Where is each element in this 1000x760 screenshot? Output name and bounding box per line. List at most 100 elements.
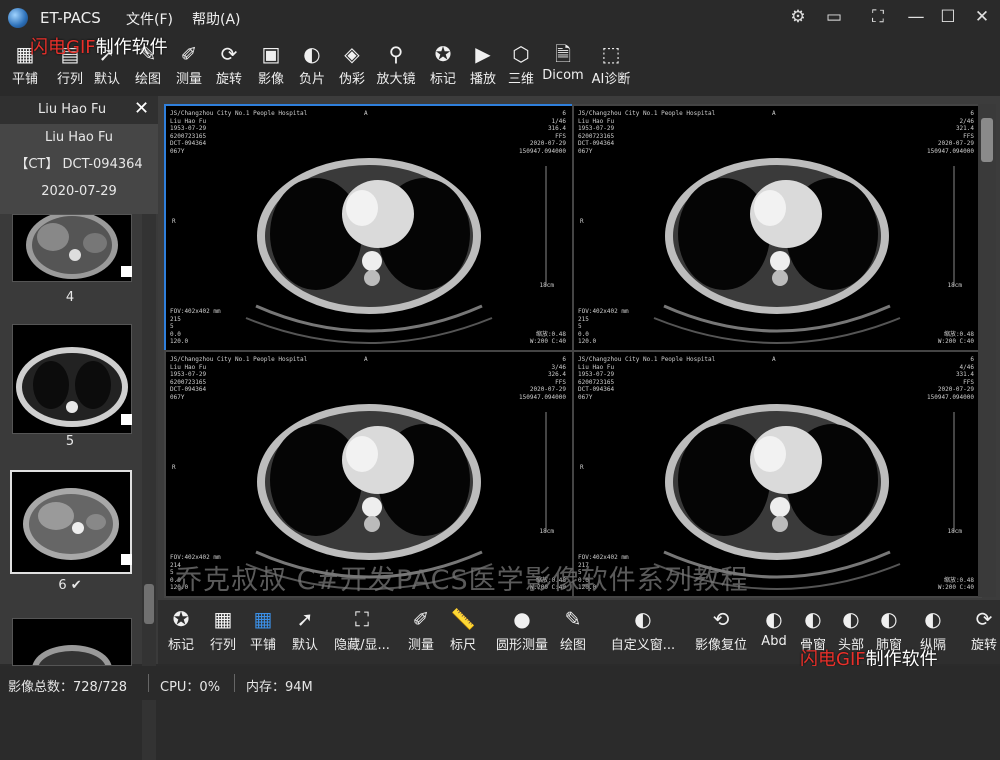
ai-icon: ⬚ [601,42,621,66]
orientation-top: A [772,110,776,117]
toolbar-button-cube[interactable]: ⬡ 三维 [498,40,544,96]
close-patient-icon[interactable]: ✕ [134,98,149,119]
monitor-icon[interactable]: ▭ [822,7,846,27]
overlay-image-index: 2/46 [959,117,974,125]
viewer-tool-abd-window[interactable]: ◐ Abd [756,604,792,662]
minimize-icon[interactable]: — [904,7,928,27]
toolbar-button-ai[interactable]: ⬚ AI诊断 [588,40,634,96]
thumbnail-series-next[interactable] [0,612,140,666]
overlay-time: 150947.094000 [519,147,566,155]
overlay-slice: 215 [578,315,589,323]
pointer-icon: ➚ [296,607,314,631]
viewport[interactable]: JS/Changzhou City No.1 People Hospital Li… [572,104,982,352]
overlay-image-index: 3/46 [551,363,566,371]
toolbar-label: 绘图 [134,72,161,87]
menu-help[interactable]: 帮助(A) [192,9,241,29]
viewer-scrollbar[interactable] [978,104,996,597]
overlay-study: DCT-094364 [170,386,207,394]
viewport-active[interactable]: JS/Changzhou City No.1 People Hospital Li… [164,104,574,352]
scale-label: 18cm [947,282,962,289]
head-window-icon: ◐ [842,607,860,631]
viewer-tool-label: 标记 [167,638,194,653]
viewer-tool-grid[interactable]: ▦ 行列 [206,604,240,662]
toolbar-button-dicom-image[interactable]: ▣ 影像 [248,40,294,96]
viewer-tool-label: 测量 [407,638,434,653]
thumbnail-series-4[interactable]: 4 [0,214,140,314]
overlay-window: W:200 C:40 [937,338,974,346]
viewer-tool-mark[interactable]: ✪ 标记 [164,604,198,662]
overlay-bottom-right: 缩放:0.48 W:200 C:40 [938,331,974,346]
overlay-date: 2020-07-29 [937,140,974,148]
mark-icon: ✪ [172,607,190,631]
toolbar-label: AI诊断 [591,72,631,87]
thumbnail-series-6[interactable]: 6 ✔ [0,464,140,600]
overlay-position: 331.4 [955,371,974,379]
circle-measure-icon: ● [513,607,531,631]
overlay-series: 6 [562,110,566,117]
overlay-name: Liu Hao Fu [578,117,615,125]
orientation-top: A [772,356,776,363]
overlay-time: 150947.094000 [927,393,974,401]
maximize-icon[interactable]: ☐ [936,7,960,27]
viewer-tool-pointer[interactable]: ➚ 默认 [288,604,322,662]
overlay-top-left: JS/Changzhou City No.1 People Hospital Li… [578,110,715,156]
overlay-patient-code: 6200723165 [170,132,207,140]
viewer-tool-label: 绘图 [559,638,586,653]
toolbar-label: 默认 [93,72,120,87]
overlay-top-left: JS/Changzhou City No.1 People Hospital Li… [578,356,715,402]
viewer-tool-reset[interactable]: ⟲ 影像复位 [688,604,754,662]
overlay-thickness: 5 [578,323,582,331]
thumbnail-checkbox[interactable] [121,414,132,425]
toolbar-button-rotate[interactable]: ⟳ 旋转 [206,40,252,96]
gif-watermark-top: 闪电GIF制作软件 [30,37,168,58]
toolbar-button-magnifier[interactable]: ⚲ 放大镜 [373,40,419,96]
settings-icon[interactable]: ⚙ [786,7,810,27]
overlay-zero: 0.0 [578,330,589,338]
thumbnail-number: 6 [58,578,67,593]
overlay-birth: 1953-07-29 [578,125,615,133]
toolbar-button-dicom-file[interactable]: 🗎 Dicom [540,40,586,96]
viewer-tool-rotate[interactable]: ⟳ 旋转 [968,604,1000,662]
thumbnail-series-5[interactable]: 5 [0,318,140,456]
overlay-series: 6 [562,356,566,363]
scale-ruler-icon: 📏 [450,607,476,631]
viewer-tool-pencil[interactable]: ✎ 绘图 [556,604,590,662]
scale-label: 18cm [947,528,962,535]
overlay-time: 150947.094000 [927,147,974,155]
toolbar-label: Dicom [542,68,584,83]
thumbnail-checkbox[interactable] [121,266,132,277]
viewer-tool-ruler[interactable]: ✐ 测量 [404,604,438,662]
orientation-left: R [172,218,176,225]
overlay-zero: 0.0 [170,330,181,338]
viewer-tool-tile[interactable]: ▦ 平铺 [246,604,280,662]
overlay-zoom: 缩放:0.48 [943,576,974,584]
overlay-patient-code: 6200723165 [578,132,615,140]
thumbnail-checkbox[interactable] [121,554,132,565]
series-sidebar: Liu Hao Fu ✕ Liu Hao Fu 【CT】 DCT-094364 … [0,96,158,760]
overlay-top-right: 6 2/46 321.4 FFS 2020-07-29 150947.094000 [927,110,974,156]
viewer-tool-hide-show[interactable]: ⛶ 隐藏/显... [324,604,400,662]
viewer-tool-circle-measure[interactable]: ● 圆形测量 [492,604,552,662]
patient-tab[interactable]: Liu Hao Fu ✕ [0,96,158,124]
viewer-tool-window-level[interactable]: ◐ 自定义窗... [604,604,682,662]
viewer-tool-label: 行列 [209,638,236,653]
menu-file[interactable]: 文件(F) [126,9,173,29]
viewer-tool-label: 影像复位 [694,638,747,653]
close-icon[interactable]: ✕ [970,7,994,27]
overlay-fov: FOV:402x402 mm [578,308,629,316]
orientation-left: R [580,218,584,225]
cpu-usage: CPU：0% [160,680,221,695]
sidebar-scroll-thumb[interactable] [144,584,154,624]
viewer-tool-scale-ruler[interactable]: 📏 标尺 [446,604,480,662]
orientation-top: A [364,356,368,363]
overlay-name: Liu Hao Fu [578,363,615,371]
viewer-tool-label: 平铺 [249,638,276,653]
overlay-zoom: 缩放:0.48 [943,330,974,338]
viewer-scroll-thumb[interactable] [981,118,993,162]
reset-icon: ⟲ [712,607,730,631]
overlay-date: 2020-07-29 [937,386,974,394]
toolbar-button-paint-bucket[interactable]: ◈ 伪彩 [329,40,375,96]
fullscreen-icon[interactable]: ⛶ [866,7,890,27]
overlay-image-index: 1/46 [551,117,566,125]
overlay-hospital: JS/Changzhou City No.1 People Hospital [170,356,308,363]
